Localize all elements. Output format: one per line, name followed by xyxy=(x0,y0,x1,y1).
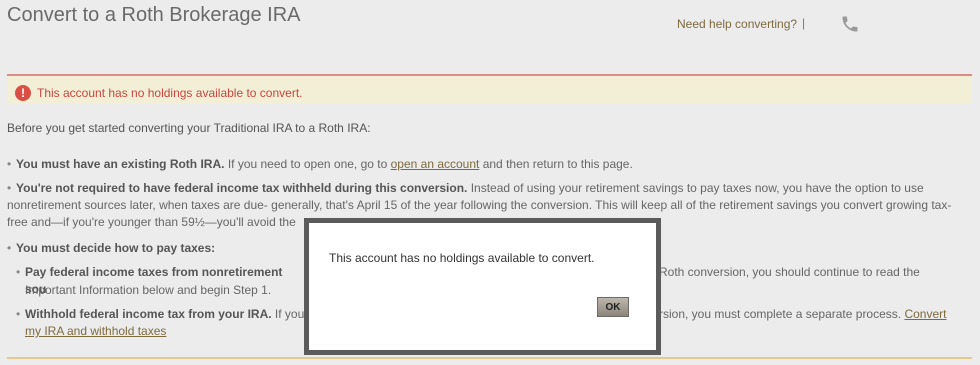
bullet-marker: • xyxy=(7,241,12,255)
phone-icon[interactable] xyxy=(840,14,860,34)
bullet-text: rsion, you must complete a separate proc… xyxy=(659,307,905,321)
bullet-heading: You must have an existing Roth IRA. xyxy=(16,157,225,171)
section-divider xyxy=(7,357,972,359)
bullet-text: If you xyxy=(271,307,305,321)
bullet-text: Instead of using your retirement savings… xyxy=(467,181,924,195)
bullet-text: nonretirement sources later, when taxes … xyxy=(7,198,952,212)
intro-text: Before you get started converting your T… xyxy=(7,121,371,135)
bullet-marker: • xyxy=(16,307,21,321)
alert-message: This account has no holdings available t… xyxy=(37,86,303,100)
bullet-text: If you need to open one, go to xyxy=(224,157,391,171)
bullet-marker: • xyxy=(7,157,12,171)
alert-dialog: This account has no holdings available t… xyxy=(304,218,661,355)
need-help-link[interactable]: Need help converting? xyxy=(677,17,797,31)
list-item: Withhold federal income tax from your IR… xyxy=(25,306,305,323)
list-item: You're not required to have federal inco… xyxy=(16,180,966,197)
bullet-marker: • xyxy=(7,181,12,195)
alert-icon: ! xyxy=(15,85,31,101)
bullet-text: Roth conversion, you should continue to … xyxy=(659,265,920,279)
no-holdings-alert: ! This account has no holdings available… xyxy=(7,74,972,104)
convert-withhold-link[interactable]: Convert xyxy=(904,307,946,321)
bullet-heading: You must decide how to pay taxes: xyxy=(16,241,216,255)
open-account-link[interactable]: open an account xyxy=(391,157,480,171)
bullet-heading: Withhold federal income tax from your IR… xyxy=(25,307,272,321)
ok-button[interactable]: OK xyxy=(597,297,629,317)
header-separator: | xyxy=(802,16,806,30)
page-title: Convert to a Roth Brokerage IRA xyxy=(7,4,301,26)
list-item: You must have an existing Roth IRA. If y… xyxy=(16,156,966,173)
bullet-heading: You're not required to have federal inco… xyxy=(16,181,468,195)
bullet-text: and then return to this page. xyxy=(479,157,633,171)
dialog-message: This account has no holdings available t… xyxy=(329,251,595,265)
convert-withhold-link[interactable]: my IRA and withhold taxes xyxy=(25,324,166,338)
bullet-marker: • xyxy=(16,265,21,279)
list-item: rsion, you must complete a separate proc… xyxy=(659,306,969,323)
